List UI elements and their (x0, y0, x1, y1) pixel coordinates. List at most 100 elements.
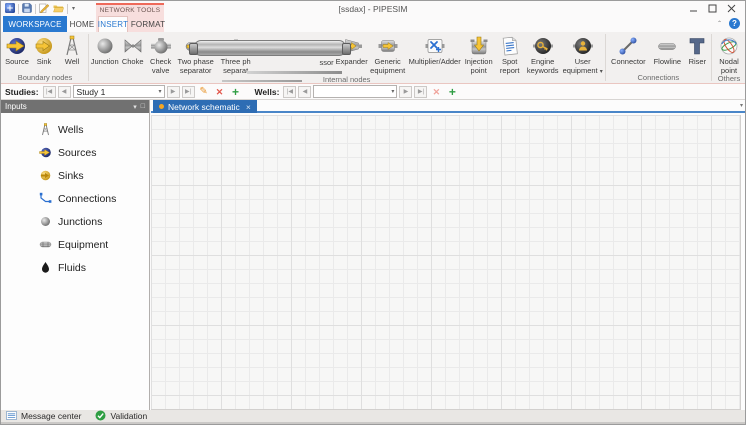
flowline-button[interactable]: Flowline (650, 32, 684, 67)
edit-study-button[interactable]: ✎ (197, 85, 211, 98)
sidebar-item-connections[interactable]: Connections (1, 187, 149, 210)
validation-label: Validation (110, 411, 147, 421)
generic-equipment-icon (377, 33, 399, 58)
sidebar-item-sinks[interactable]: Sinks (1, 164, 149, 187)
sidebar-item-equipment[interactable]: Equipment (1, 233, 149, 256)
check-valve-icon (150, 33, 172, 58)
wells-next-button[interactable]: ▶ (399, 86, 412, 98)
group-label: Others (713, 75, 745, 83)
network-schematic-canvas[interactable] (151, 115, 741, 410)
riser-button[interactable]: Riser (684, 32, 710, 67)
save-icon[interactable] (22, 0, 32, 18)
engine-keywords-button[interactable]: Engine keywords (524, 32, 562, 75)
tab-format[interactable]: FORMAT (131, 16, 165, 32)
sidebar-item-label: Sources (58, 147, 97, 159)
edit-document-icon[interactable] (39, 0, 50, 18)
multiplier-adder-button[interactable]: Multiplier/Adder (408, 32, 462, 67)
sidebar-item-fluids[interactable]: Fluids (1, 256, 149, 279)
message-center-icon (6, 411, 17, 422)
document-tab-label: Network schematic (168, 102, 240, 112)
minimize-icon[interactable] (684, 3, 703, 14)
group-separator (88, 34, 89, 81)
tab-insert[interactable]: INSERT (98, 16, 128, 32)
close-icon[interactable] (722, 3, 741, 14)
window-controls (684, 3, 741, 14)
wells-first-button[interactable]: |◀ (283, 86, 296, 98)
injection-point-button[interactable]: Injection point (462, 32, 496, 75)
wells-last-button[interactable]: ▶| (414, 86, 427, 98)
message-center-button[interactable]: Message center (6, 411, 81, 422)
flowline-icon (656, 33, 678, 58)
sidebar-item-label: Wells (58, 124, 83, 136)
compressor-clipped-label: ssor (320, 58, 334, 67)
button-label: Flowline (654, 58, 682, 67)
tab-network-schematic[interactable]: Network schematic × (153, 100, 257, 113)
nodal-point-icon (718, 33, 740, 58)
sink-button[interactable]: Sink (31, 32, 57, 67)
spot-report-button[interactable]: Spot report (496, 32, 524, 75)
wells-label: Wells: (255, 87, 280, 97)
button-label: Multiplier/Adder (409, 58, 461, 67)
junction-icon (94, 33, 116, 58)
maximize-icon[interactable] (703, 3, 722, 14)
tab-overflow-icon[interactable]: ▾ (740, 102, 743, 109)
generic-equipment-button[interactable]: Generic equipment (368, 32, 408, 75)
well-button[interactable]: Well (57, 32, 87, 67)
tab-workspace[interactable]: WORKSPACE (3, 16, 67, 32)
quick-access-dropdown-icon[interactable]: ▾ (72, 5, 75, 12)
add-study-button[interactable]: + (229, 85, 243, 98)
studies-last-button[interactable]: ▶| (182, 86, 195, 98)
source-button[interactable]: Source (3, 32, 31, 67)
connector-button[interactable]: Connector (606, 32, 650, 67)
group-boundary-nodes: Source Sink Well Boundary nodes (3, 32, 87, 83)
sidebar-item-wells[interactable]: Wells (1, 118, 149, 141)
panel-menu-icon[interactable]: ▾ (133, 103, 137, 111)
close-tab-icon[interactable]: × (246, 102, 251, 112)
sidebar-item-sources[interactable]: Sources (1, 141, 149, 164)
button-label-text: User equipment (563, 57, 598, 75)
open-folder-icon[interactable] (53, 0, 64, 18)
wells-prev-button[interactable]: ◀ (298, 86, 311, 98)
button-label: Connector (611, 58, 646, 67)
status-bar: Message center Validation (1, 410, 745, 422)
tab-home[interactable]: HOME (69, 16, 95, 32)
button-label-line2: separat (223, 67, 248, 76)
check-valve-button[interactable]: Check valve (146, 32, 176, 75)
sidebar-item-label: Connections (58, 193, 116, 205)
studies-prev-button[interactable]: ◀ (58, 86, 71, 98)
button-label: User equipment ▾ (562, 58, 604, 76)
studies-first-button[interactable]: |◀ (43, 86, 56, 98)
ribbon-tab-row: WORKSPACE HOME INSERT FORMAT (1, 16, 745, 32)
button-label: Injection point (462, 58, 496, 75)
ribbon-corner-controls: ⌃ ? (717, 18, 740, 29)
junction-button[interactable]: Junction (90, 32, 120, 67)
junctions-icon (39, 215, 52, 228)
help-icon[interactable]: ? (729, 18, 740, 29)
user-equipment-button[interactable]: User equipment ▾ (562, 32, 604, 76)
app-icon[interactable] (5, 0, 15, 18)
button-label: Choke (122, 58, 144, 67)
group-label: Internal nodes (90, 76, 604, 84)
panel-pin-icon[interactable]: □ (141, 103, 145, 110)
wells-icon (39, 123, 52, 136)
group-separator (711, 34, 712, 81)
nodal-point-button[interactable]: Nodal point (713, 32, 745, 75)
delete-well-button[interactable]: ✕ (429, 85, 443, 98)
studies-next-button[interactable]: ▶ (167, 86, 180, 98)
sidebar-item-junctions[interactable]: Junctions (1, 210, 149, 233)
user-equipment-icon (572, 33, 594, 58)
collapse-ribbon-icon[interactable]: ⌃ (717, 20, 722, 27)
glitch-streak (222, 80, 302, 83)
connections-icon (39, 192, 52, 205)
engine-keywords-icon (532, 33, 554, 58)
validation-button[interactable]: Validation (95, 410, 147, 423)
choke-button[interactable]: Choke (120, 32, 146, 67)
separator (67, 4, 68, 14)
delete-study-button[interactable]: ✕ (213, 85, 227, 98)
separator (18, 4, 19, 14)
button-label: Well (65, 58, 79, 67)
wells-select[interactable]: ▾ (313, 85, 397, 98)
button-label: Sink (37, 58, 52, 67)
add-well-button[interactable]: + (445, 85, 459, 98)
study-select[interactable]: Study 1 ▾ (73, 85, 165, 98)
